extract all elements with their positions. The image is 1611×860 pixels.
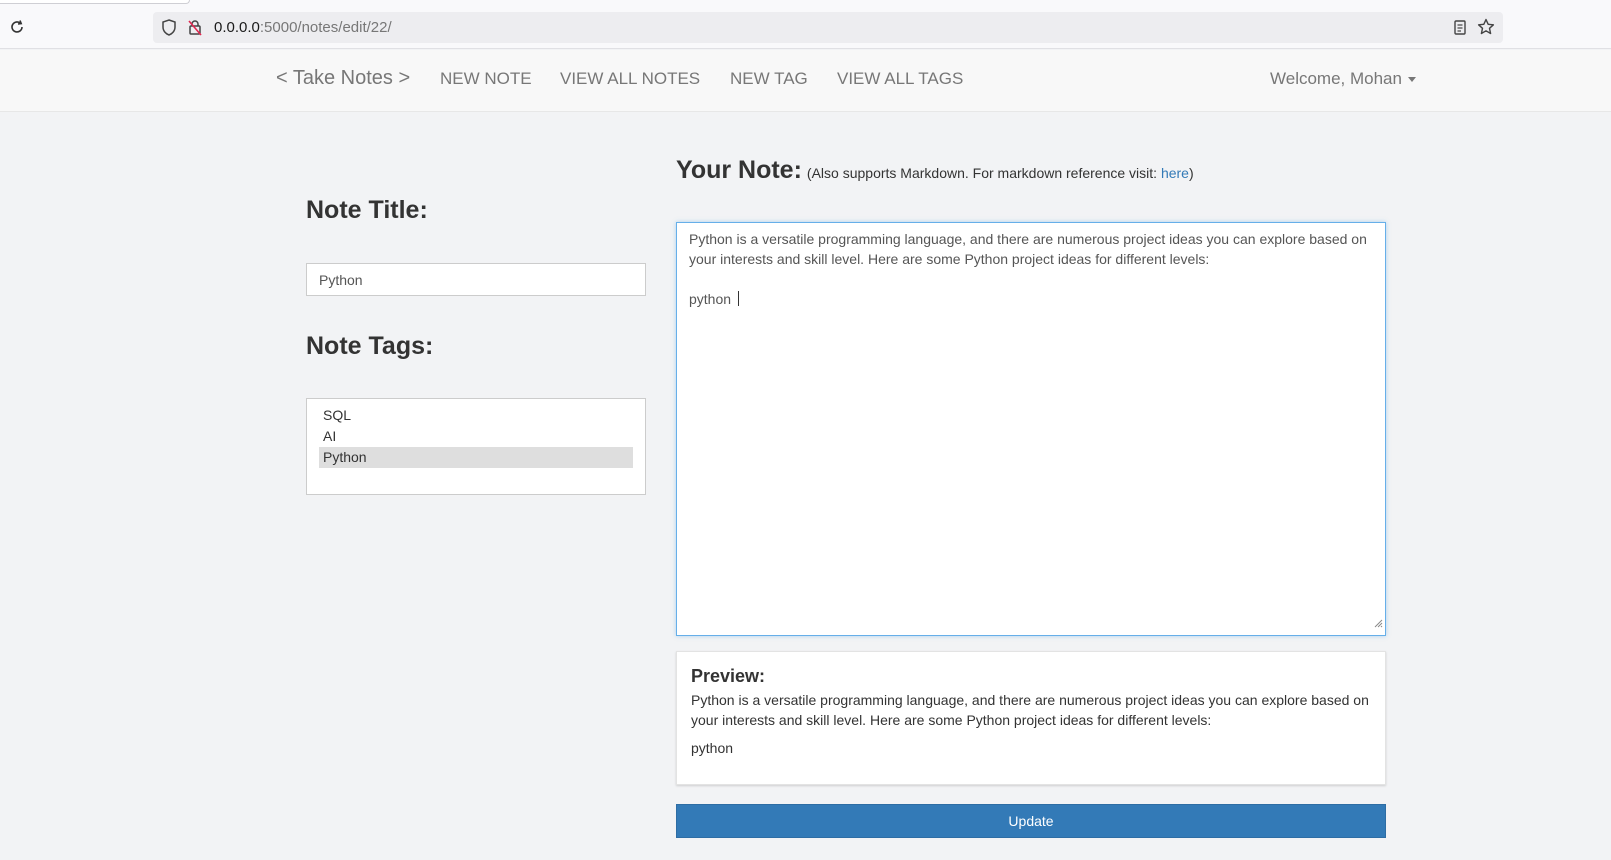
nav-view-all-notes[interactable]: VIEW ALL NOTES (560, 69, 700, 89)
user-menu[interactable]: Welcome, Mohan (1270, 69, 1416, 89)
resize-handle-icon[interactable] (1373, 613, 1383, 633)
browser-tab[interactable] (0, 0, 190, 4)
insecure-lock-icon[interactable] (187, 19, 203, 41)
preview-paragraph: Python is a versatile programming langua… (691, 692, 1369, 728)
reader-view-icon[interactable] (1452, 19, 1468, 41)
nav-view-all-tags[interactable]: VIEW ALL TAGS (837, 69, 963, 89)
app-navbar: < Take Notes > NEW NOTE VIEW ALL NOTES N… (0, 50, 1611, 112)
note-text-paragraph: Python is a versatile programming langua… (689, 231, 1371, 267)
caret-down-icon (1407, 76, 1416, 82)
preview-panel: Preview: Python is a versatile programmi… (676, 651, 1386, 785)
nav-new-tag[interactable]: NEW TAG (730, 69, 808, 89)
nav-new-note[interactable]: NEW NOTE (440, 69, 532, 89)
note-tags-label: Note Tags: (306, 332, 434, 360)
url-text[interactable]: 0.0.0.0:5000/notes/edit/22/ (214, 19, 392, 36)
brand-link[interactable]: < Take Notes > (276, 67, 410, 90)
markdown-reference-link[interactable]: here (1161, 165, 1189, 181)
text-cursor (737, 291, 739, 306)
tags-multiselect[interactable]: SQL AI Python (306, 398, 646, 495)
browser-toolbar: 0.0.0.0:5000/notes/edit/22/ (0, 0, 1611, 49)
your-note-label: Your Note: (676, 156, 802, 184)
note-text-line: python (689, 291, 735, 307)
note-textarea[interactable]: Python is a versatile programming langua… (676, 222, 1386, 636)
tag-option-sql[interactable]: SQL (319, 405, 633, 426)
preview-title: Preview: (691, 666, 766, 686)
reload-icon[interactable] (8, 18, 26, 36)
note-title-input[interactable] (306, 263, 646, 296)
note-heading: Your Note: (Also supports Markdown. For … (676, 156, 1194, 185)
welcome-text: Welcome, Mohan (1270, 69, 1402, 88)
preview-paragraph: python (691, 740, 734, 756)
tag-option-ai[interactable]: AI (319, 426, 633, 447)
bookmark-star-icon[interactable] (1477, 18, 1495, 41)
note-title-label: Note Title: (306, 196, 428, 224)
markdown-hint: (Also supports Markdown. For markdown re… (806, 165, 1194, 181)
tag-option-python[interactable]: Python (319, 447, 633, 468)
address-bar[interactable]: 0.0.0.0:5000/notes/edit/22/ (153, 12, 1503, 43)
update-button[interactable]: Update (676, 804, 1386, 838)
shield-icon[interactable] (161, 19, 177, 41)
